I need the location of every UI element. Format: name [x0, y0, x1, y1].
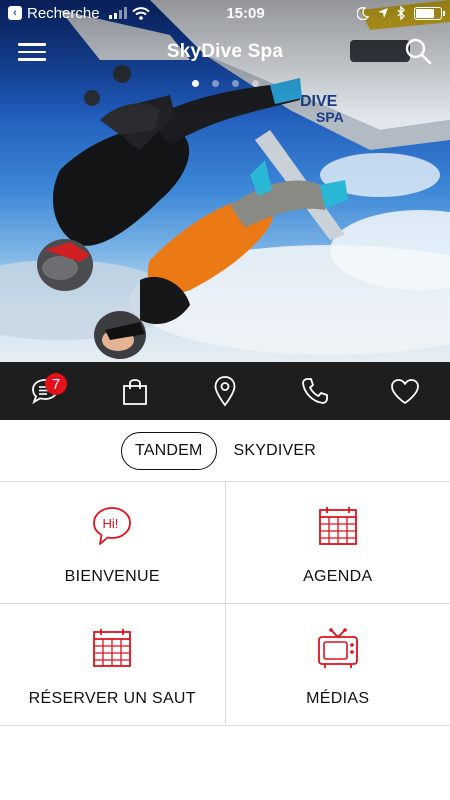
main-menu-grid: Hi! BIENVENUE AGENDA RÉSERVER UN SAUT MÉ…	[0, 481, 450, 726]
menu-tile-label: RÉSERVER UN SAUT	[28, 690, 196, 707]
call-button[interactable]	[293, 369, 337, 413]
status-bar: ‹ Recherche 15:09	[0, 0, 450, 26]
tv-icon	[317, 628, 358, 668]
location-button[interactable]	[203, 369, 247, 413]
menu-tile-agenda[interactable]: AGENDA	[226, 482, 450, 603]
menu-tile-label: MÉDIAS	[306, 690, 370, 707]
menu-tile-medias[interactable]: MÉDIAS	[226, 604, 450, 725]
calendar-icon	[318, 507, 357, 545]
hero-carousel[interactable]: DIVE SPA	[0, 0, 450, 362]
segment-skydiver[interactable]: SKYDIVER	[221, 433, 330, 469]
svg-text:Hi!: Hi!	[103, 516, 119, 531]
carousel-page-indicator[interactable]	[0, 80, 450, 87]
hi-speech-bubble-icon: Hi!	[93, 507, 132, 545]
search-icon[interactable]	[404, 37, 432, 65]
top-nav-bar: SkyDive Spa	[0, 30, 450, 74]
calendar-icon	[93, 629, 132, 667]
menu-tile-label: BIENVENUE	[64, 568, 160, 585]
clock: 15:09	[226, 4, 265, 22]
favorites-button[interactable]	[383, 369, 427, 413]
menu-row: Hi! BIENVENUE AGENDA	[0, 482, 450, 604]
menu-tile-label: AGENDA	[303, 568, 373, 585]
carousel-dot[interactable]	[191, 80, 199, 87]
phone-icon	[302, 378, 328, 404]
unread-badge: 7	[45, 373, 67, 395]
heart-icon	[391, 379, 419, 404]
map-pin-icon	[214, 376, 236, 407]
menu-row: RÉSERVER UN SAUT MÉDIAS	[0, 604, 450, 726]
battery-icon	[414, 6, 445, 20]
back-to-app-label[interactable]: Recherche	[27, 5, 100, 22]
carousel-dot[interactable]	[211, 80, 219, 87]
carousel-dot[interactable]	[251, 80, 259, 87]
audience-segmented-control: TANDEM SKYDIVER	[0, 421, 450, 481]
cellular-signal-icon	[108, 7, 127, 19]
moon-icon	[357, 6, 369, 20]
hamburger-menu-icon[interactable]	[18, 39, 46, 63]
wifi-icon	[131, 6, 150, 20]
menu-tile-bienvenue[interactable]: Hi! BIENVENUE	[0, 482, 226, 603]
quick-actions-bar: 7	[0, 362, 450, 420]
location-arrow-icon	[378, 8, 388, 18]
segment-tandem[interactable]: TANDEM	[120, 432, 217, 470]
shop-button[interactable]	[113, 369, 157, 413]
shopping-bag-icon	[123, 379, 147, 405]
messages-button[interactable]: 7	[23, 369, 67, 413]
carousel-dot[interactable]	[231, 80, 239, 87]
back-arrow-icon[interactable]: ‹	[8, 6, 22, 20]
menu-tile-reserver-un-saut[interactable]: RÉSERVER UN SAUT	[0, 604, 226, 725]
bluetooth-icon	[397, 6, 405, 20]
app-title: SkyDive Spa	[166, 41, 284, 62]
